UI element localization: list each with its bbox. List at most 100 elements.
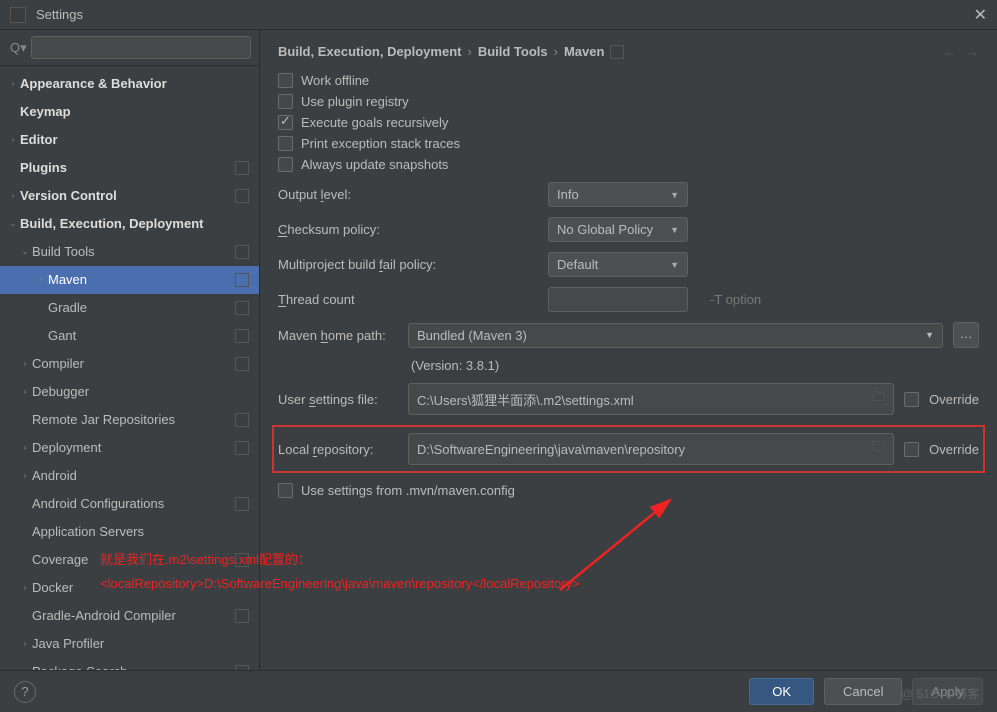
tree-label: Gradle [48, 298, 235, 318]
local-repo-input[interactable]: D:\SoftwareEngineering\java\maven\reposi… [408, 433, 894, 465]
tree-label: Maven [48, 270, 235, 290]
scope-mark-icon [235, 189, 249, 203]
settings-tree: ›Appearance & BehaviorKeymap›EditorPlugi… [0, 66, 259, 670]
tree-item-android[interactable]: ›Android [0, 462, 259, 490]
tree-label: Remote Jar Repositories [32, 410, 235, 430]
chevron-icon: › [34, 270, 48, 290]
plugin-registry-checkbox[interactable] [278, 94, 293, 109]
scope-mark-icon [235, 553, 249, 567]
tree-item-debugger[interactable]: ›Debugger [0, 378, 259, 406]
user-settings-input[interactable]: C:\Users\狐狸半面添\.m2\settings.xml🗀 [408, 383, 894, 415]
tree-label: Debugger [32, 382, 253, 402]
print-stack-label: Print exception stack traces [301, 136, 460, 151]
close-icon[interactable]: ✕ [974, 5, 987, 25]
scope-mark-icon [235, 329, 249, 343]
search-row: Q▾ [0, 30, 259, 66]
tree-item-keymap[interactable]: Keymap [0, 98, 259, 126]
scope-mark-icon [235, 357, 249, 371]
settings-sidebar: Q▾ ›Appearance & BehaviorKeymap›EditorPl… [0, 30, 260, 670]
tree-label: Gant [48, 326, 235, 346]
tree-item-docker[interactable]: ›Docker [0, 574, 259, 602]
chevron-right-icon: › [467, 44, 471, 59]
chevron-icon: ⌄ [6, 214, 20, 234]
checksum-policy-select[interactable]: No Global Policy▼ [548, 217, 688, 242]
breadcrumb-a[interactable]: Build, Execution, Deployment [278, 44, 461, 59]
update-snapshots-checkbox[interactable] [278, 157, 293, 172]
tree-item-deployment[interactable]: ›Deployment [0, 434, 259, 462]
print-stack-checkbox[interactable] [278, 136, 293, 151]
override-user-checkbox[interactable] [904, 392, 919, 407]
tree-label: Docker [32, 578, 253, 598]
search-input[interactable] [31, 36, 251, 59]
tree-item-editor[interactable]: ›Editor [0, 126, 259, 154]
scope-mark-icon [235, 497, 249, 511]
tree-label: Java Profiler [32, 634, 253, 654]
tree-item-build-execution-deployment[interactable]: ⌄Build, Execution, Deployment [0, 210, 259, 238]
folder-icon[interactable]: 🗀 [872, 438, 885, 460]
chevron-down-icon: ▼ [670, 190, 679, 200]
breadcrumb-b[interactable]: Build Tools [478, 44, 548, 59]
work-offline-checkbox[interactable] [278, 73, 293, 88]
tree-item-android-configurations[interactable]: Android Configurations [0, 490, 259, 518]
cancel-button[interactable]: Cancel [824, 678, 902, 705]
tree-label: Appearance & Behavior [20, 74, 253, 94]
tree-label: Editor [20, 130, 253, 150]
scope-mark-icon [235, 441, 249, 455]
tree-item-maven[interactable]: ›Maven [0, 266, 259, 294]
chevron-right-icon: › [554, 44, 558, 59]
tree-item-plugins[interactable]: Plugins [0, 154, 259, 182]
browse-home-button[interactable]: … [953, 322, 979, 348]
checksum-policy-label: Checksum policy: [278, 222, 538, 237]
window-title: Settings [36, 7, 974, 22]
help-button[interactable]: ? [14, 681, 36, 703]
output-level-label: Output level: [278, 187, 538, 202]
tree-item-remote-jar-repositories[interactable]: Remote Jar Repositories [0, 406, 259, 434]
tree-label: Compiler [32, 354, 235, 374]
tree-item-build-tools[interactable]: ⌄Build Tools [0, 238, 259, 266]
execute-recursively-checkbox[interactable] [278, 115, 293, 130]
mvn-config-label: Use settings from .mvn/maven.config [301, 483, 515, 498]
annotation-arrow-icon [540, 490, 700, 600]
chevron-icon: › [18, 354, 32, 374]
nav-forward-icon[interactable]: → [966, 44, 979, 59]
scope-mark-icon [235, 273, 249, 287]
tree-item-gradle-android-compiler[interactable]: Gradle-Android Compiler [0, 602, 259, 630]
chevron-icon: › [18, 634, 32, 654]
scope-mark-icon [235, 301, 249, 315]
maven-home-label: Maven home path: [278, 328, 398, 343]
title-bar: Settings ✕ [0, 0, 997, 30]
output-level-select[interactable]: Info▼ [548, 182, 688, 207]
dialog-footer: ? OK Cancel Apply [0, 670, 997, 712]
watermark: @ 51CTO博客 [901, 685, 979, 702]
tree-item-package-search[interactable]: Package Search [0, 658, 259, 670]
tree-item-appearance-behavior[interactable]: ›Appearance & Behavior [0, 70, 259, 98]
tree-item-gant[interactable]: Gant [0, 322, 259, 350]
settings-content: Build, Execution, Deployment › Build Too… [260, 30, 997, 670]
tree-label: Android Configurations [32, 494, 235, 514]
tree-label: Build, Execution, Deployment [20, 214, 253, 234]
tree-item-compiler[interactable]: ›Compiler [0, 350, 259, 378]
app-logo-icon [10, 7, 26, 23]
maven-home-select[interactable]: Bundled (Maven 3)▼ [408, 323, 943, 348]
tree-item-java-profiler[interactable]: ›Java Profiler [0, 630, 259, 658]
breadcrumb: Build, Execution, Deployment › Build Too… [278, 44, 979, 59]
ok-button[interactable]: OK [749, 678, 814, 705]
thread-count-input[interactable] [548, 287, 688, 312]
nav-back-icon[interactable]: ← [943, 44, 956, 59]
tree-label: Coverage [32, 550, 235, 570]
tree-item-gradle[interactable]: Gradle [0, 294, 259, 322]
folder-icon[interactable]: 🗀 [872, 388, 885, 410]
multiproject-select[interactable]: Default▼ [548, 252, 688, 277]
mvn-config-checkbox[interactable] [278, 483, 293, 498]
tree-label: Keymap [20, 102, 253, 122]
chevron-icon: › [6, 74, 20, 94]
chevron-icon: › [6, 130, 20, 150]
scope-mark-icon [235, 413, 249, 427]
tree-item-coverage[interactable]: Coverage [0, 546, 259, 574]
tree-item-version-control[interactable]: ›Version Control [0, 182, 259, 210]
chevron-icon: › [18, 578, 32, 598]
annotation-highlight: Local repository: D:\SoftwareEngineering… [272, 425, 985, 473]
scope-mark-icon [235, 245, 249, 259]
tree-item-application-servers[interactable]: Application Servers [0, 518, 259, 546]
override-repo-checkbox[interactable] [904, 442, 919, 457]
